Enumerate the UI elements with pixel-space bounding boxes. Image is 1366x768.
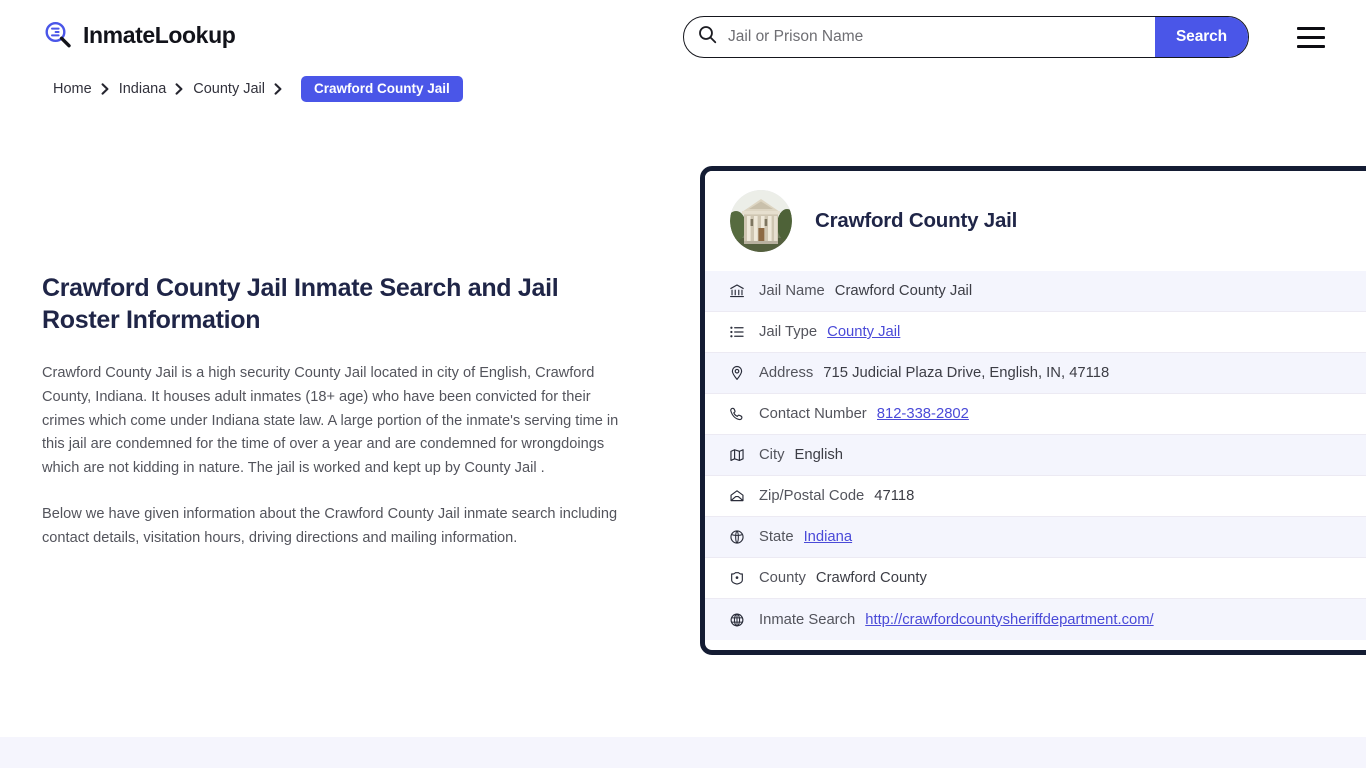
table-row: Zip/Postal Code 47118 xyxy=(705,476,1366,517)
search-icon xyxy=(698,25,717,49)
table-row: City English xyxy=(705,435,1366,476)
map-icon xyxy=(727,447,747,463)
magnifier-logo-icon xyxy=(42,19,74,51)
search-button[interactable]: Search xyxy=(1155,17,1248,57)
inmate-search-link[interactable]: http://crawfordcountysheriffdepartment.c… xyxy=(865,612,1153,628)
table-row: Jail Type County Jail xyxy=(705,312,1366,353)
chevron-right-icon xyxy=(101,83,110,95)
intro-paragraph: Crawford County Jail is a high security … xyxy=(42,365,619,477)
table-row: County Crawford County xyxy=(705,558,1366,599)
row-label: County xyxy=(759,570,806,586)
table-row: Inmate Search http://crawfordcountysheri… xyxy=(705,599,1366,640)
search-bar: Search xyxy=(683,16,1249,58)
globe-icon xyxy=(727,529,747,545)
jail-details-table: Jail Name Crawford County Jail Jail Type… xyxy=(705,271,1366,640)
table-row: Contact Number 812-338-2802 xyxy=(705,394,1366,435)
chevron-right-icon xyxy=(274,83,283,95)
breadcrumb-item-home[interactable]: Home xyxy=(53,81,92,97)
web-globe-icon xyxy=(727,612,747,628)
state-link[interactable]: Indiana xyxy=(804,529,853,545)
breadcrumb: Home Indiana County Jail Crawford County… xyxy=(53,76,463,102)
hamburger-bar xyxy=(1297,26,1325,30)
chevron-right-icon xyxy=(175,83,184,95)
hamburger-bar xyxy=(1297,44,1325,48)
row-value: English xyxy=(794,447,844,463)
brand-name: InmateLookup xyxy=(83,21,236,48)
table-row: Jail Name Crawford County Jail xyxy=(705,271,1366,312)
row-value: http://crawfordcountysheriffdepartment.c… xyxy=(865,612,1351,628)
jail-type-link[interactable]: County Jail xyxy=(827,324,900,340)
card-header: Crawford County Jail xyxy=(705,171,1366,271)
row-label: State xyxy=(759,529,794,545)
row-label: Jail Name xyxy=(759,283,825,299)
page-title: Crawford County Jail Inmate Search and J… xyxy=(42,274,559,334)
breadcrumb-item-county-jail[interactable]: County Jail xyxy=(193,81,265,97)
row-value: Indiana xyxy=(804,529,1290,545)
row-label: Jail Type xyxy=(759,324,818,340)
row-label: Address xyxy=(759,365,814,381)
location-pin-icon xyxy=(727,365,747,381)
secondary-paragraph: Below we have given information about th… xyxy=(42,505,618,546)
hamburger-bar xyxy=(1297,35,1325,39)
breadcrumb-current-page: Crawford County Jail xyxy=(301,76,463,102)
row-value: Crawford County xyxy=(815,570,927,586)
row-value: 47118 xyxy=(874,488,915,504)
table-row: State Indiana xyxy=(705,517,1366,558)
row-value: Crawford County Jail xyxy=(834,283,973,299)
site-header: InmateLookup Search xyxy=(0,0,1366,74)
courthouse-photo xyxy=(730,190,792,252)
breadcrumb-item-indiana[interactable]: Indiana xyxy=(119,81,167,97)
jail-info-card: Crawford County Jail Jail Name Crawford … xyxy=(700,166,1366,655)
search-input[interactable] xyxy=(717,17,1155,57)
row-value: 812-338-2802 xyxy=(877,406,1363,422)
row-label: City xyxy=(759,447,785,463)
article-column: Crawford County Jail Inmate Search and J… xyxy=(42,272,642,550)
bank-building-icon xyxy=(727,283,747,299)
row-label: Zip/Postal Code xyxy=(759,488,865,504)
phone-icon xyxy=(727,406,747,422)
list-icon xyxy=(727,324,747,340)
row-label: Inmate Search xyxy=(759,611,856,628)
row-value: County Jail xyxy=(827,324,1313,340)
county-shield-icon xyxy=(727,570,747,586)
hamburger-menu-icon[interactable] xyxy=(1297,24,1327,50)
footer-band xyxy=(0,737,1366,768)
contact-number-link[interactable]: 812-338-2802 xyxy=(877,406,969,422)
row-value: 715 Judicial Plaza Drive, English, IN, 4… xyxy=(823,365,1110,381)
row-label: Contact Number xyxy=(759,406,867,422)
brand-logo-link[interactable]: InmateLookup xyxy=(42,19,236,51)
table-row: Address 715 Judicial Plaza Drive, Englis… xyxy=(705,353,1366,394)
card-title: Crawford County Jail xyxy=(815,209,1018,232)
envelope-icon xyxy=(727,488,747,504)
